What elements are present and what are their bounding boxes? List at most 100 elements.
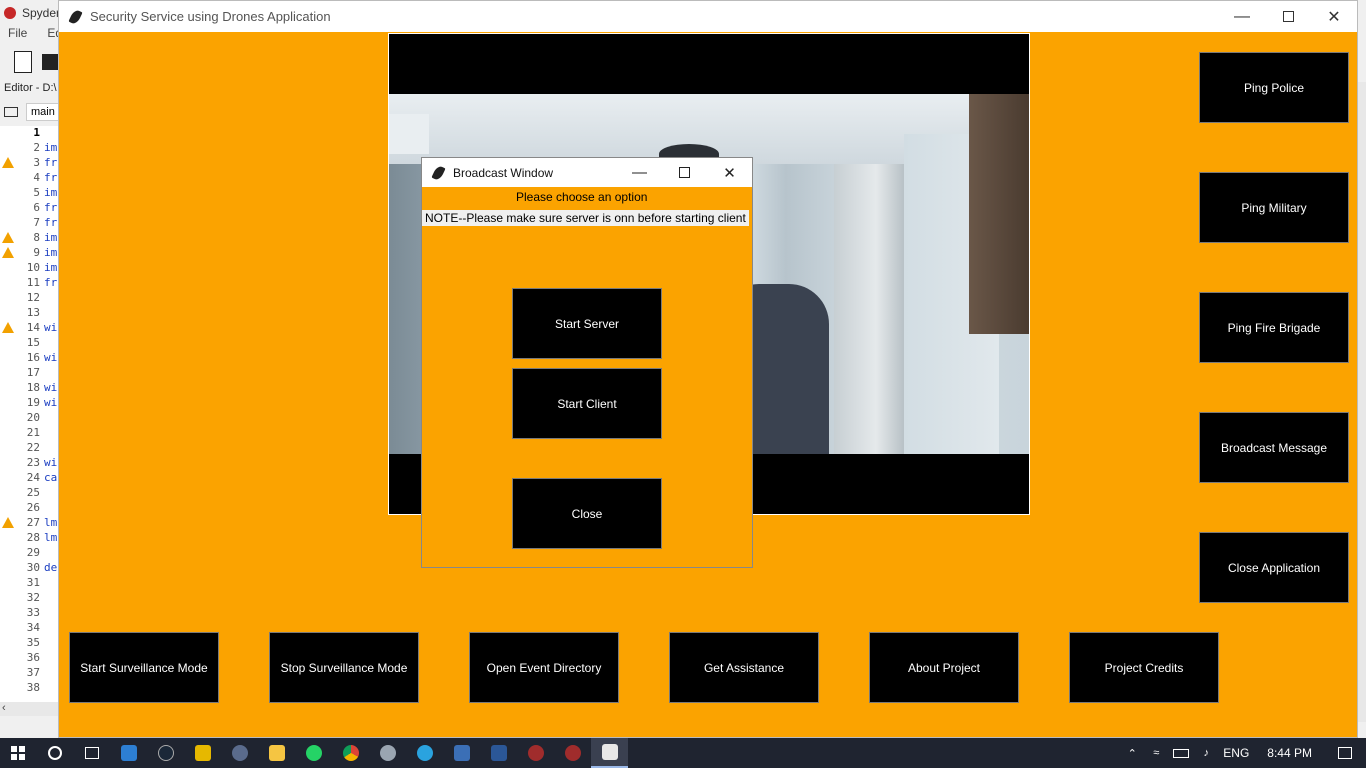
task-view-button[interactable] xyxy=(73,738,110,768)
dialog-close-button[interactable]: ✕ xyxy=(707,158,752,187)
taskbar-app[interactable] xyxy=(443,738,480,768)
editor-line[interactable]: 25 xyxy=(0,486,60,501)
editor-line[interactable]: 8 im xyxy=(0,231,60,246)
editor-line[interactable]: 30 de xyxy=(0,561,60,576)
maximize-button[interactable] xyxy=(1265,1,1311,32)
editor-line[interactable]: 4 fr xyxy=(0,171,60,186)
editor-line[interactable]: 3 fr xyxy=(0,156,60,171)
warning-icon[interactable] xyxy=(2,517,14,528)
taskbar-app[interactable] xyxy=(295,738,332,768)
ping-military-button[interactable]: Ping Military xyxy=(1199,172,1349,243)
broadcast-message-button[interactable]: Broadcast Message xyxy=(1199,412,1349,483)
editor-line[interactable]: 12 xyxy=(0,291,60,306)
clock[interactable]: 8:44 PM xyxy=(1267,746,1312,760)
taskbar-app[interactable] xyxy=(221,738,258,768)
minimize-button[interactable]: — xyxy=(1219,1,1265,32)
taskbar-app[interactable] xyxy=(147,738,184,768)
browse-tabs-icon[interactable] xyxy=(4,107,18,117)
editor-line[interactable]: 24 ca xyxy=(0,471,60,486)
start-surveillance-button[interactable]: Start Surveillance Mode xyxy=(69,632,219,703)
editor-line[interactable]: 6 fr xyxy=(0,201,60,216)
about-project-button[interactable]: About Project xyxy=(869,632,1019,703)
editor-line[interactable]: 19 wi xyxy=(0,396,60,411)
taskbar-app-active[interactable] xyxy=(591,738,628,768)
battery-icon[interactable] xyxy=(1173,748,1190,758)
project-credits-button[interactable]: Project Credits xyxy=(1069,632,1219,703)
editor-line[interactable]: 16 wi xyxy=(0,351,60,366)
taskbar-app[interactable] xyxy=(184,738,221,768)
stop-surveillance-button[interactable]: Stop Surveillance Mode xyxy=(269,632,419,703)
language-indicator[interactable]: ENG xyxy=(1223,746,1249,760)
warning-icon[interactable] xyxy=(2,157,14,168)
editor-gutter[interactable]: 1 2 im 3 fr 4 fr 5 im 6 fr 7 fr 8 im 9 im 10 im 11 fr 12 13 14 w… xyxy=(0,126,60,702)
start-button[interactable] xyxy=(0,738,36,768)
warning-icon[interactable] xyxy=(2,322,14,333)
editor-hscrollbar[interactable]: ‹ xyxy=(0,702,60,716)
ping-police-button[interactable]: Ping Police xyxy=(1199,52,1349,123)
line-number: 33 xyxy=(26,606,40,619)
menu-file[interactable]: File xyxy=(8,26,27,44)
editor-line[interactable]: 5 im xyxy=(0,186,60,201)
taskbar-app[interactable] xyxy=(480,738,517,768)
editor-line[interactable]: 17 xyxy=(0,366,60,381)
right-pane-scrollbar[interactable] xyxy=(1358,82,1366,722)
chevron-up-icon[interactable]: ⌃ xyxy=(1125,747,1139,760)
editor-line[interactable]: 37 xyxy=(0,666,60,681)
editor-line[interactable]: 29 xyxy=(0,546,60,561)
editor-line[interactable]: 21 xyxy=(0,426,60,441)
editor-line[interactable]: 7 fr xyxy=(0,216,60,231)
editor-line[interactable]: 34 xyxy=(0,621,60,636)
editor-line[interactable]: 32 xyxy=(0,591,60,606)
taskbar-app[interactable] xyxy=(406,738,443,768)
broadcast-titlebar[interactable]: Broadcast Window — ✕ xyxy=(422,158,752,187)
editor-line[interactable]: 10 im xyxy=(0,261,60,276)
dialog-minimize-button[interactable]: — xyxy=(617,158,662,187)
maximize-icon xyxy=(679,167,690,178)
open-event-directory-button[interactable]: Open Event Directory xyxy=(469,632,619,703)
editor-line[interactable]: 14 wi xyxy=(0,321,60,336)
start-client-button[interactable]: Start Client xyxy=(512,368,662,439)
editor-line[interactable]: 20 xyxy=(0,411,60,426)
taskbar-app[interactable] xyxy=(110,738,147,768)
app-titlebar[interactable]: Security Service using Drones Applicatio… xyxy=(59,1,1357,32)
editor-line[interactable]: 13 xyxy=(0,306,60,321)
taskbar-app[interactable] xyxy=(332,738,369,768)
taskbar-app[interactable] xyxy=(258,738,295,768)
warning-icon[interactable] xyxy=(2,232,14,243)
warning-icon[interactable] xyxy=(2,247,14,258)
editor-line[interactable]: 33 xyxy=(0,606,60,621)
close-window-button[interactable]: ✕ xyxy=(1311,1,1357,32)
close-application-button[interactable]: Close Application xyxy=(1199,532,1349,603)
search-button[interactable] xyxy=(36,738,73,768)
editor-line[interactable]: 36 xyxy=(0,651,60,666)
dialog-maximize-button[interactable] xyxy=(662,158,707,187)
volume-icon[interactable]: ♪ xyxy=(1199,747,1213,759)
editor-line[interactable]: 23 wi xyxy=(0,456,60,471)
line-number: 16 xyxy=(26,351,40,364)
editor-line[interactable]: 26 xyxy=(0,501,60,516)
get-assistance-button[interactable]: Get Assistance xyxy=(669,632,819,703)
editor-line[interactable]: 27 lm xyxy=(0,516,60,531)
editor-line[interactable]: 31 xyxy=(0,576,60,591)
new-file-icon[interactable] xyxy=(14,51,32,73)
editor-line[interactable]: 38 xyxy=(0,681,60,696)
start-server-button[interactable]: Start Server xyxy=(512,288,662,359)
taskbar-app[interactable] xyxy=(517,738,554,768)
line-number: 25 xyxy=(26,486,40,499)
editor-line[interactable]: 15 xyxy=(0,336,60,351)
editor-line[interactable]: 35 xyxy=(0,636,60,651)
notification-icon[interactable] xyxy=(1338,747,1352,759)
taskbar-app[interactable] xyxy=(369,738,406,768)
editor-line[interactable]: 11 fr xyxy=(0,276,60,291)
editor-line[interactable]: 22 xyxy=(0,441,60,456)
ping-fire-brigade-button[interactable]: Ping Fire Brigade xyxy=(1199,292,1349,363)
editor-line[interactable]: 1 xyxy=(0,126,60,141)
editor-line[interactable]: 18 wi xyxy=(0,381,60,396)
editor-line[interactable]: 9 im xyxy=(0,246,60,261)
editor-line[interactable]: 2 im xyxy=(0,141,60,156)
editor-tab-main[interactable]: main xyxy=(26,103,60,121)
editor-line[interactable]: 28 lm xyxy=(0,531,60,546)
network-icon[interactable]: ≈ xyxy=(1149,747,1163,759)
dialog-close-action-button[interactable]: Close xyxy=(512,478,662,549)
taskbar-app[interactable] xyxy=(554,738,591,768)
